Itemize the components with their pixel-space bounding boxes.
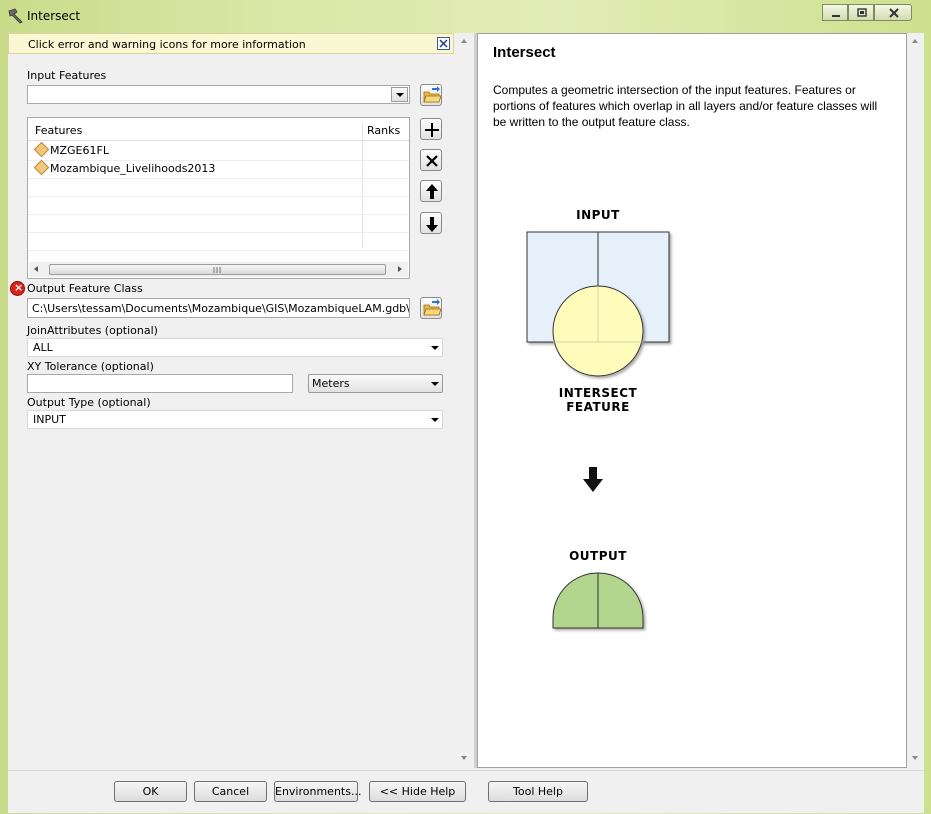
horizontal-scrollbar[interactable] — [29, 262, 408, 277]
output-feature-class-label: Output Feature Class — [27, 282, 143, 295]
minimize-button[interactable] — [822, 4, 848, 21]
close-window-button[interactable] — [874, 4, 912, 21]
window-title: Intersect — [27, 9, 81, 23]
tool-dialog-window: Intersect Click error and warning icons … — [0, 0, 931, 814]
hide-help-button[interactable]: << Hide Help — [369, 781, 466, 802]
browse-input-button[interactable] — [420, 84, 442, 106]
remove-row-button[interactable] — [420, 149, 442, 171]
intersect-diagram — [526, 231, 670, 377]
dialog-client: Click error and warning icons for more i… — [8, 33, 924, 813]
empty-row — [28, 178, 409, 197]
intersect-label-line1: INTERSECT — [558, 386, 638, 400]
scroll-up-icon[interactable] — [912, 39, 918, 43]
help-description: Computes a geometric intersection of the… — [493, 83, 878, 129]
join-attributes-value: ALL — [33, 341, 53, 354]
list-item-label: Mozambique_Livelihoods2013 — [50, 162, 216, 175]
list-item[interactable]: MZGE61FL — [28, 141, 409, 161]
list-item-label: MZGE61FL — [50, 144, 109, 157]
output-type-select[interactable]: INPUT — [27, 410, 443, 429]
environments-button[interactable]: Environments... — [274, 781, 361, 802]
xy-tolerance-unit-value: Meters — [312, 377, 350, 390]
close-icon — [889, 8, 899, 18]
grip-icon — [213, 267, 221, 273]
plus-icon — [425, 123, 439, 137]
diagram-intersect-label: INTERSECT FEATURE — [538, 386, 658, 414]
close-icon — [439, 39, 448, 48]
title-bar[interactable]: Intersect — [0, 0, 931, 30]
chevron-down-icon — [431, 418, 439, 422]
scroll-down-icon[interactable] — [461, 756, 467, 760]
xy-tolerance-label: XY Tolerance (optional) — [27, 360, 154, 373]
output-type-label: Output Type (optional) — [27, 396, 151, 409]
error-icon[interactable]: × — [10, 281, 25, 296]
scroll-thumb[interactable] — [49, 264, 386, 275]
open-folder-icon — [423, 299, 442, 316]
maximize-button[interactable] — [848, 4, 874, 21]
join-attributes-select[interactable]: ALL — [27, 338, 443, 357]
diagram-input-label: INPUT — [576, 208, 620, 222]
output-diagram — [552, 572, 644, 629]
input-features-label: Input Features — [27, 69, 107, 82]
cancel-button[interactable]: Cancel — [194, 781, 267, 802]
list-header: Features Ranks — [28, 118, 409, 141]
info-bar: Click error and warning icons for more i… — [8, 33, 454, 54]
output-feature-class-input[interactable]: C:\Users\tessam\Documents\Mozambique\GIS… — [27, 298, 410, 318]
empty-row — [28, 196, 409, 215]
tool-help-button[interactable]: Tool Help — [488, 781, 588, 802]
xy-tolerance-input[interactable] — [27, 374, 293, 393]
chevron-down-icon — [431, 382, 439, 386]
open-folder-icon — [423, 86, 442, 103]
arrow-down-icon — [426, 217, 438, 232]
help-panel: Intersect Computes a geometric intersect… — [477, 33, 907, 768]
scroll-left-icon[interactable] — [34, 266, 38, 272]
info-bar-text: Click error and warning icons for more i… — [28, 38, 306, 51]
chevron-down-icon — [396, 93, 404, 97]
move-down-button[interactable] — [420, 212, 442, 234]
help-title: Intersect — [493, 44, 556, 61]
input-features-combo[interactable] — [27, 85, 410, 104]
button-bar: OK Cancel Environments... << Hide Help T… — [8, 770, 924, 813]
list-item[interactable]: Mozambique_Livelihoods2013 — [28, 159, 409, 179]
info-bar-close-button[interactable] — [437, 37, 450, 50]
ok-button[interactable]: OK — [114, 781, 187, 802]
chevron-down-icon — [431, 346, 439, 350]
scroll-up-icon[interactable] — [461, 39, 467, 43]
xy-tolerance-unit-select[interactable]: Meters — [308, 374, 443, 393]
output-feature-class-value: C:\Users\tessam\Documents\Mozambique\GIS… — [32, 302, 410, 315]
arrow-up-icon — [426, 184, 438, 199]
diagram-output-label: OUTPUT — [569, 549, 627, 563]
output-type-value: INPUT — [33, 413, 66, 426]
scroll-down-icon[interactable] — [912, 756, 918, 760]
empty-row — [28, 214, 409, 233]
feature-layer-icon — [33, 141, 50, 158]
add-row-button[interactable] — [420, 118, 442, 140]
input-features-list[interactable]: Features Ranks MZGE61FL Mozambique_Livel… — [27, 117, 410, 279]
minimize-icon — [832, 15, 840, 17]
move-up-button[interactable] — [420, 180, 442, 202]
column-header-ranks[interactable]: Ranks — [367, 124, 400, 137]
intersect-label-line2: FEATURE — [566, 400, 630, 414]
input-features-dropdown-button[interactable] — [391, 87, 408, 102]
join-attributes-label: JoinAttributes (optional) — [27, 324, 158, 337]
help-scrollbar[interactable] — [907, 33, 924, 768]
browse-output-button[interactable] — [420, 297, 442, 319]
restore-icon — [857, 8, 867, 17]
arrow-down-icon — [583, 467, 603, 492]
delete-x-icon — [426, 155, 438, 167]
parameters-scrollbar[interactable] — [456, 33, 473, 768]
feature-layer-icon — [33, 159, 50, 176]
empty-row — [28, 232, 409, 251]
hammer-icon — [8, 8, 23, 24]
column-header-features[interactable]: Features — [35, 124, 82, 137]
scroll-right-icon[interactable] — [398, 266, 402, 272]
